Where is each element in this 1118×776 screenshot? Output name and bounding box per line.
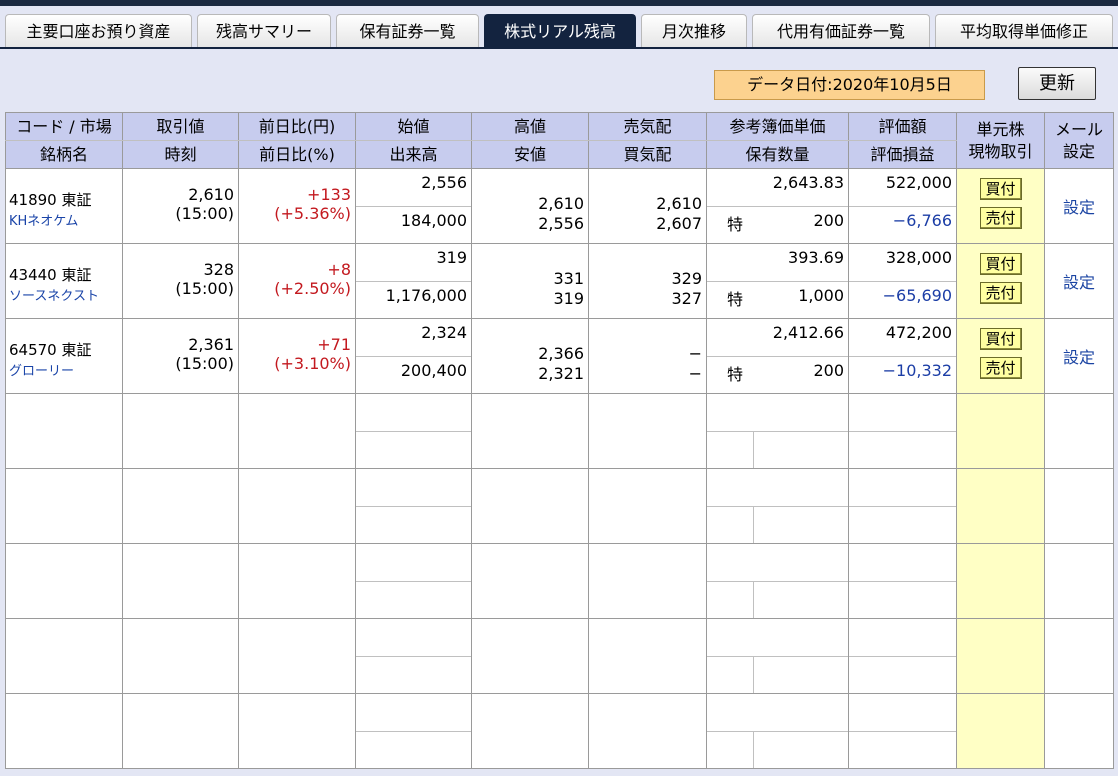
header-change-yen: 前日比(円) bbox=[238, 112, 356, 141]
stock-balance-table: コード / 市場 取引値 前日比(円) 始値 高値 売気配 参考簿価単価 評価額… bbox=[5, 112, 1115, 769]
price-value: 2,361 bbox=[188, 335, 234, 354]
market-value: 522,000 bbox=[849, 170, 956, 207]
change-pct: (+5.36%) bbox=[274, 204, 351, 223]
mail-setting-link[interactable]: 設定 bbox=[1044, 243, 1115, 319]
tab-collateral-securities[interactable]: 代用有価証券一覧 bbox=[752, 14, 930, 47]
buy-button[interactable]: 買付 bbox=[979, 253, 1022, 275]
volume-value: 184,000 bbox=[400, 210, 467, 230]
header-bid: 買気配 bbox=[588, 140, 707, 169]
header-price: 取引値 bbox=[122, 112, 239, 141]
change-pct: (+2.50%) bbox=[274, 279, 351, 298]
mail-setting-link[interactable]: 設定 bbox=[1044, 168, 1115, 244]
account-type: 特 bbox=[727, 289, 744, 309]
market-value: 328,000 bbox=[849, 245, 956, 282]
refresh-button[interactable]: 更新 bbox=[1018, 67, 1096, 100]
open-value: 319 bbox=[356, 245, 471, 282]
stock-name-link[interactable]: KHネオケム bbox=[9, 210, 122, 229]
tab-main-assets[interactable]: 主要口座お預り資産 bbox=[5, 14, 192, 47]
volume-value: 1,176,000 bbox=[385, 285, 467, 305]
unrealized-pnl: −6,766 bbox=[892, 210, 953, 230]
top-bar bbox=[0, 0, 1118, 6]
header-low: 安値 bbox=[471, 140, 589, 169]
price-time: (15:00) bbox=[175, 204, 234, 223]
tab-underline bbox=[0, 47, 1118, 49]
sell-button[interactable]: 売付 bbox=[979, 282, 1022, 304]
empty-row bbox=[5, 393, 1115, 469]
header-value: 評価額 bbox=[848, 112, 958, 141]
change-yen: +133 bbox=[307, 185, 351, 204]
quantity: 200 bbox=[813, 210, 845, 230]
header-quantity: 保有数量 bbox=[705, 140, 850, 169]
change-yen: +8 bbox=[327, 260, 351, 279]
table-row: 41890 東証 KHネオケム 2,610 (15:00) +133 (+5.3… bbox=[5, 168, 1115, 244]
tab-avg-cost-edit[interactable]: 平均取得単価修正 bbox=[935, 14, 1113, 47]
ask-value: 329 bbox=[671, 269, 702, 288]
account-type: 特 bbox=[727, 214, 744, 234]
price-time: (15:00) bbox=[175, 354, 234, 373]
bid-value: − bbox=[688, 364, 702, 383]
bid-value: 2,607 bbox=[656, 214, 702, 233]
header-change-pct: 前日比(%) bbox=[238, 140, 356, 169]
header-pnl: 評価損益 bbox=[848, 140, 958, 169]
low-value: 2,321 bbox=[538, 364, 584, 383]
tab-balance-summary[interactable]: 残高サマリー bbox=[197, 14, 331, 47]
change-pct: (+3.10%) bbox=[274, 354, 351, 373]
book-price: 2,412.66 bbox=[707, 320, 848, 357]
header-volume: 出来高 bbox=[355, 140, 472, 169]
tab-stock-real-balance[interactable]: 株式リアル残高 bbox=[484, 14, 636, 47]
book-price: 393.69 bbox=[707, 245, 848, 282]
header-high: 高値 bbox=[471, 112, 589, 141]
sell-button[interactable]: 売付 bbox=[979, 357, 1022, 379]
sell-button[interactable]: 売付 bbox=[979, 207, 1022, 229]
buy-button[interactable]: 買付 bbox=[979, 328, 1022, 350]
high-value: 331 bbox=[553, 269, 584, 288]
header-mail: メール 設定 bbox=[1044, 112, 1115, 169]
unrealized-pnl: −65,690 bbox=[882, 285, 953, 305]
table-row: 43440 東証 ソースネクスト 328 (15:00) +8 (+2.50%)… bbox=[5, 243, 1115, 319]
code-market: 43440 東証 bbox=[9, 266, 92, 284]
change-yen: +71 bbox=[317, 335, 351, 354]
header-code-market: コード / 市場 bbox=[5, 112, 123, 141]
unrealized-pnl: −10,332 bbox=[882, 360, 953, 380]
high-value: 2,366 bbox=[538, 344, 584, 363]
low-value: 319 bbox=[553, 289, 584, 308]
empty-row bbox=[5, 468, 1115, 544]
open-value: 2,324 bbox=[356, 320, 471, 357]
header-time: 時刻 bbox=[122, 140, 239, 169]
price-value: 2,610 bbox=[188, 185, 234, 204]
price-time: (15:00) bbox=[175, 279, 234, 298]
quantity: 1,000 bbox=[798, 285, 845, 305]
header-name: 銘柄名 bbox=[5, 140, 123, 169]
low-value: 2,556 bbox=[538, 214, 584, 233]
ask-value: 2,610 bbox=[656, 194, 702, 213]
code-market: 41890 東証 bbox=[9, 191, 92, 209]
tab-monthly-trend[interactable]: 月次推移 bbox=[641, 14, 747, 47]
bid-value: 327 bbox=[671, 289, 702, 308]
stock-name-link[interactable]: ソースネクスト bbox=[9, 285, 122, 304]
table-row: 64570 東証 グローリー 2,361 (15:00) +71 (+3.10%… bbox=[5, 318, 1115, 394]
volume-value: 200,400 bbox=[400, 360, 467, 380]
buy-button[interactable]: 買付 bbox=[979, 178, 1022, 200]
quantity: 200 bbox=[813, 360, 845, 380]
header-book-price: 参考簿価単価 bbox=[705, 112, 850, 141]
open-value: 2,556 bbox=[356, 170, 471, 207]
code-market: 64570 東証 bbox=[9, 341, 92, 359]
data-date-label: データ日付:2020年10月5日 bbox=[714, 70, 985, 100]
mail-setting-link[interactable]: 設定 bbox=[1044, 318, 1115, 394]
tab-bar: 主要口座お預り資産 残高サマリー 保有証券一覧 株式リアル残高 月次推移 代用有… bbox=[0, 14, 1118, 48]
book-price: 2,643.83 bbox=[707, 170, 848, 207]
header-open: 始値 bbox=[355, 112, 472, 141]
header-trade: 単元株 現物取引 bbox=[956, 112, 1046, 169]
account-type: 特 bbox=[727, 364, 744, 384]
header-ask: 売気配 bbox=[588, 112, 707, 141]
empty-row bbox=[5, 693, 1115, 769]
tab-holdings-list[interactable]: 保有証券一覧 bbox=[336, 14, 479, 47]
stock-name-link[interactable]: グローリー bbox=[9, 360, 122, 379]
price-value: 328 bbox=[203, 260, 234, 279]
empty-row bbox=[5, 618, 1115, 694]
high-value: 2,610 bbox=[538, 194, 584, 213]
ask-value: − bbox=[688, 344, 702, 363]
empty-row bbox=[5, 543, 1115, 619]
market-value: 472,200 bbox=[849, 320, 956, 357]
